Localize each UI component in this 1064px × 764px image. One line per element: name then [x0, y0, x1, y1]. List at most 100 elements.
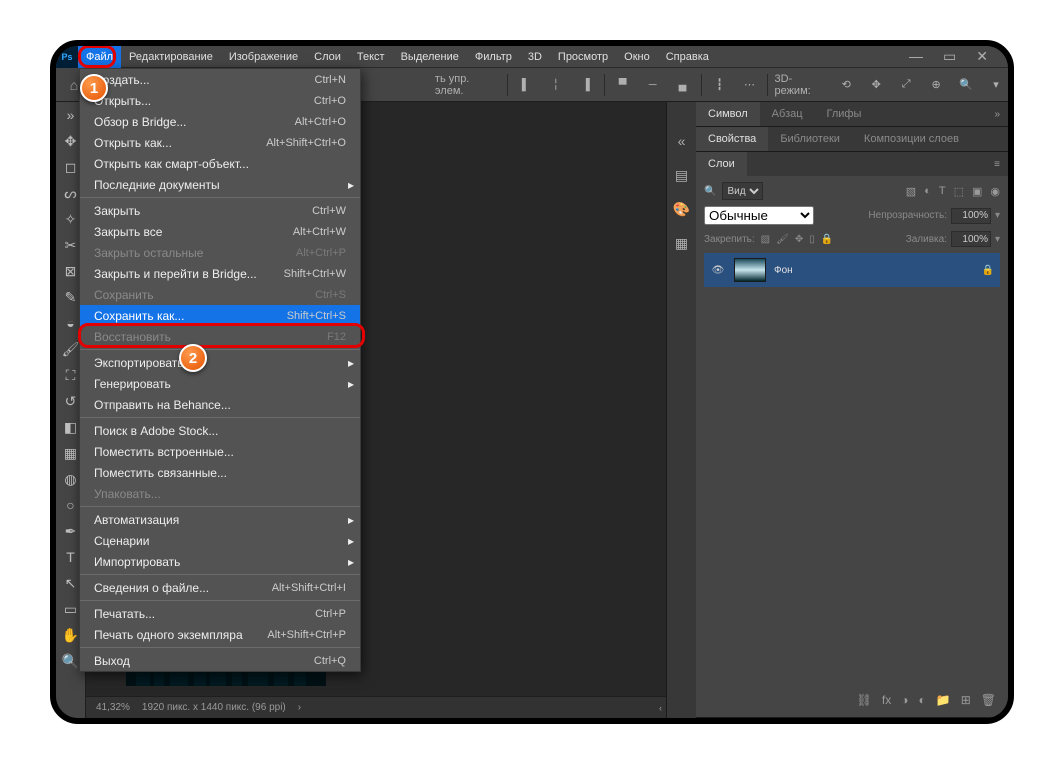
- window-close-icon[interactable]: ✕: [976, 48, 988, 65]
- scroll-left-icon[interactable]: ‹: [659, 703, 662, 713]
- more-icon[interactable]: ⋯: [738, 73, 762, 97]
- menu-item-label: Автоматизация: [94, 513, 179, 527]
- adjustment-icon[interactable]: ◐: [919, 693, 926, 707]
- pan-icon[interactable]: ✥: [864, 73, 888, 97]
- dolly-icon[interactable]: ⤢: [894, 73, 918, 97]
- menu-item[interactable]: Поиск в Adobe Stock...: [80, 420, 360, 441]
- filter-adjust-icon[interactable]: ◐: [924, 185, 931, 198]
- menu-item[interactable]: Экспортировать▸: [80, 352, 360, 373]
- menu-item[interactable]: Импортировать▸: [80, 551, 360, 572]
- group-icon[interactable]: 📁: [936, 693, 951, 707]
- chevron-down-icon[interactable]: ▾: [995, 234, 1000, 245]
- menu-item[interactable]: Открыть как...Alt+Shift+Ctrl+O: [80, 132, 360, 153]
- zoom-value[interactable]: 41,32%: [96, 702, 130, 713]
- menu-item[interactable]: Отправить на Behance...: [80, 394, 360, 415]
- orbit-icon[interactable]: ⟲: [834, 73, 858, 97]
- panel-menu-icon[interactable]: ≡: [986, 159, 1008, 170]
- menu-item[interactable]: Создать...Ctrl+N: [80, 69, 360, 90]
- menu-item[interactable]: ЗакрытьCtrl+W: [80, 200, 360, 221]
- align-bottom-icon[interactable]: ▄: [671, 73, 695, 97]
- menu-item[interactable]: Обзор в Bridge...Alt+Ctrl+O: [80, 111, 360, 132]
- menu-item[interactable]: Генерировать▸: [80, 373, 360, 394]
- menu-item[interactable]: Сценарии▸: [80, 530, 360, 551]
- menu-layers[interactable]: Слои: [306, 46, 349, 68]
- tab-layer-comps[interactable]: Композиции слоев: [852, 127, 971, 151]
- align-left-icon[interactable]: ▌: [514, 73, 538, 97]
- menu-item-label: Последние документы: [94, 178, 220, 192]
- fill-input[interactable]: [951, 231, 991, 247]
- menu-item[interactable]: Печать одного экземпляраAlt+Shift+Ctrl+P: [80, 624, 360, 645]
- fx-icon[interactable]: fx: [882, 693, 891, 707]
- blend-mode-select[interactable]: Обычные: [704, 206, 814, 225]
- menu-item[interactable]: Закрыть и перейти в Bridge...Shift+Ctrl+…: [80, 263, 360, 284]
- align-center-v-icon[interactable]: ─: [641, 73, 665, 97]
- doc-info-chevron-icon[interactable]: ›: [298, 702, 301, 713]
- link-layers-icon[interactable]: ⛓: [857, 693, 872, 707]
- filter-toggle-icon[interactable]: ◉: [990, 185, 1000, 198]
- delete-icon[interactable]: 🗑: [981, 693, 996, 707]
- tab-libraries[interactable]: Библиотеки: [768, 127, 852, 151]
- tab-character[interactable]: Символ: [696, 102, 760, 126]
- menu-edit[interactable]: Редактирование: [121, 46, 221, 68]
- layer-filter-mode[interactable]: Вид: [722, 182, 763, 200]
- menu-text[interactable]: Текст: [349, 46, 393, 68]
- filter-pixel-icon[interactable]: ▧: [906, 185, 916, 198]
- lock-trans-icon[interactable]: ▧: [761, 234, 770, 245]
- menu-item[interactable]: Печатать...Ctrl+P: [80, 603, 360, 624]
- menu-item[interactable]: Сохранить как...Shift+Ctrl+S: [80, 305, 360, 326]
- lock-pos-icon[interactable]: ✥: [795, 234, 803, 245]
- menu-filter[interactable]: Фильтр: [467, 46, 520, 68]
- tab-paragraph[interactable]: Абзац: [760, 102, 815, 126]
- lock-icon[interactable]: 🔒: [982, 265, 994, 276]
- menu-item[interactable]: Последние документы▸: [80, 174, 360, 195]
- tab-glyphs[interactable]: Глифы: [815, 102, 874, 126]
- align-center-h-icon[interactable]: ╎: [544, 73, 568, 97]
- filter-smart-icon[interactable]: ▣: [972, 185, 982, 198]
- lock-all-icon[interactable]: 🔒: [821, 234, 833, 245]
- menu-help[interactable]: Справка: [658, 46, 717, 68]
- visibility-icon[interactable]: 👁: [710, 265, 726, 276]
- history-panel-icon[interactable]: ▤: [673, 166, 691, 184]
- menu-view[interactable]: Просмотр: [550, 46, 616, 68]
- menu-item[interactable]: Закрыть всеAlt+Ctrl+W: [80, 221, 360, 242]
- menu-item[interactable]: ВыходCtrl+Q: [80, 650, 360, 671]
- menu-item-shortcut: Ctrl+P: [315, 608, 346, 620]
- menu-item[interactable]: Сведения о файле...Alt+Shift+Ctrl+I: [80, 577, 360, 598]
- window-minimize-icon[interactable]: —: [909, 48, 923, 65]
- menu-3d[interactable]: 3D: [520, 46, 550, 68]
- lock-paint-icon[interactable]: 🖌: [776, 234, 789, 245]
- layer-thumbnail[interactable]: [734, 258, 766, 282]
- menu-item[interactable]: Открыть...Ctrl+O: [80, 90, 360, 111]
- menu-item[interactable]: Поместить связанные...: [80, 462, 360, 483]
- chevron-down-icon[interactable]: ▾: [984, 73, 1008, 97]
- collapse-icon[interactable]: »: [986, 109, 1008, 120]
- align-right-icon[interactable]: ▐: [574, 73, 598, 97]
- menu-image[interactable]: Изображение: [221, 46, 306, 68]
- menu-item[interactable]: Поместить встроенные...: [80, 441, 360, 462]
- distribute-icon[interactable]: ┇: [708, 73, 732, 97]
- layer-row[interactable]: 👁 Фон 🔒: [704, 253, 1000, 287]
- menu-item[interactable]: Открыть как смарт-объект...: [80, 153, 360, 174]
- menu-file[interactable]: Файл: [78, 46, 121, 68]
- tab-layers[interactable]: Слои: [696, 152, 747, 176]
- menu-select[interactable]: Выделение: [393, 46, 467, 68]
- window-restore-icon[interactable]: ▭: [943, 48, 956, 65]
- chevron-down-icon[interactable]: ▾: [995, 210, 1000, 221]
- color-panel-icon[interactable]: 🎨: [673, 200, 691, 218]
- panel-collapse-icon[interactable]: «: [673, 132, 691, 150]
- zoom-icon[interactable]: 🔍: [954, 73, 978, 97]
- menu-item[interactable]: Автоматизация▸: [80, 509, 360, 530]
- filter-shape-icon[interactable]: ⬚: [954, 185, 964, 198]
- swatches-panel-icon[interactable]: ▦: [673, 234, 691, 252]
- filter-type-icon[interactable]: T: [939, 185, 946, 198]
- rotate-icon[interactable]: ⊕: [924, 73, 948, 97]
- lock-nest-icon[interactable]: ▯: [809, 234, 815, 245]
- tab-properties[interactable]: Свойства: [696, 127, 768, 151]
- callout-badge-1: 1: [80, 74, 108, 102]
- align-top-icon[interactable]: ▀: [611, 73, 635, 97]
- opacity-input[interactable]: [951, 208, 991, 224]
- mask-icon[interactable]: ◑: [901, 693, 908, 707]
- menu-window[interactable]: Окно: [616, 46, 658, 68]
- new-layer-icon[interactable]: ⊞: [961, 693, 971, 707]
- layer-name[interactable]: Фон: [774, 265, 793, 276]
